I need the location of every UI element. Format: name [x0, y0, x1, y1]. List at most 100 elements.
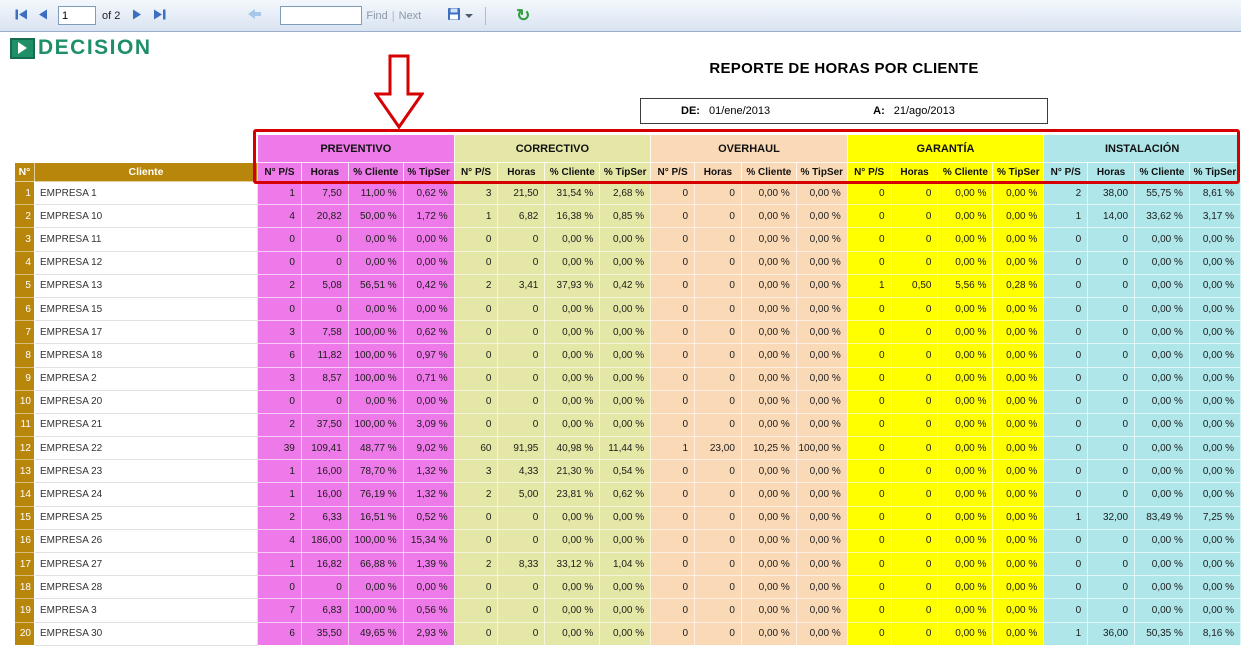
data-cell: 1,72 %: [402, 204, 455, 229]
data-cell: 0,00 %: [1188, 296, 1241, 322]
data-cell: 0,00 %: [740, 528, 797, 554]
data-cell: 0,00 %: [740, 204, 797, 229]
data-cell: 0,00 %: [347, 575, 404, 600]
data-cell: 0,00 %: [1134, 389, 1190, 414]
row-number-cell: 2: [14, 204, 35, 229]
data-cell: 0,00 %: [1134, 343, 1190, 368]
data-cell: 0: [453, 505, 499, 530]
last-page-button[interactable]: [148, 5, 170, 27]
data-cell: 100,00 %: [347, 366, 404, 391]
data-cell: 0: [890, 204, 939, 229]
data-cell: 6: [257, 621, 302, 646]
sub-column-header: % TipSer: [402, 162, 455, 182]
sub-column-header: N° P/S: [846, 162, 892, 182]
data-cell: 0,00 %: [937, 482, 994, 507]
next-link[interactable]: Next: [399, 10, 422, 22]
data-cell: 0: [497, 598, 546, 623]
data-cell: 0,00 %: [1188, 250, 1241, 275]
next-page-button[interactable]: [126, 5, 148, 27]
data-cell: 0: [846, 436, 892, 461]
data-cell: 0: [650, 598, 695, 623]
table-row: 6 EMPRESA 15 0 0 0,00 % 0,00 % 0 0 0,00 % 0,00 % 0…: [14, 296, 1241, 322]
data-cell: 0,00 %: [992, 575, 1045, 600]
data-cell: 0,00 %: [1188, 528, 1241, 554]
data-cell: 0,00 %: [992, 250, 1045, 275]
first-page-icon: [15, 8, 28, 23]
export-button[interactable]: [445, 5, 475, 27]
last-page-icon: [153, 8, 166, 23]
data-cell: 0: [846, 180, 892, 206]
data-cell: 0: [694, 204, 742, 229]
data-cell: 0,00 %: [795, 296, 848, 322]
data-cell: 0: [694, 505, 742, 530]
data-cell: 16,00: [300, 482, 349, 507]
data-cell: 0,00 %: [599, 250, 652, 275]
data-cell: 0: [497, 412, 546, 438]
row-number-cell: 12: [14, 436, 35, 461]
row-number-cell: 3: [14, 227, 35, 252]
data-cell: 0: [453, 528, 499, 554]
data-cell: 0: [1043, 389, 1089, 414]
client-cell: EMPRESA 25: [33, 505, 259, 530]
data-cell: 0,00 %: [1188, 551, 1241, 577]
find-input[interactable]: [280, 6, 363, 25]
refresh-button[interactable]: ↻: [512, 5, 534, 27]
data-cell: 38,00: [1087, 180, 1136, 206]
data-cell: 0,00 %: [740, 250, 797, 275]
find-link[interactable]: Find: [366, 10, 387, 22]
data-cell: 0,00 %: [937, 412, 994, 438]
data-cell: 0,00 %: [992, 227, 1045, 252]
data-cell: 0: [497, 320, 546, 345]
data-cell: 0: [890, 250, 939, 275]
data-cell: 1: [1043, 505, 1089, 530]
data-cell: 0: [497, 250, 546, 275]
data-cell: 0,00 %: [795, 528, 848, 554]
data-cell: 50,35 %: [1134, 621, 1190, 646]
data-cell: 0: [1087, 366, 1136, 391]
data-cell: 0,50: [890, 273, 939, 298]
data-cell: 0: [846, 389, 892, 414]
back-to-parent-button[interactable]: [244, 5, 266, 27]
data-cell: 0: [1087, 273, 1136, 298]
sub-column-header: N° P/S: [650, 162, 695, 182]
page-number-input[interactable]: [58, 6, 96, 25]
data-cell: 0,00 %: [1134, 551, 1190, 577]
data-cell: 9,02 %: [402, 436, 455, 461]
client-cell: EMPRESA 22: [33, 436, 259, 461]
data-cell: 0,00 %: [992, 204, 1045, 229]
client-cell: EMPRESA 1: [33, 180, 259, 206]
data-cell: 0,00 %: [795, 366, 848, 391]
data-cell: 7: [257, 598, 302, 623]
data-cell: 0,00 %: [599, 528, 652, 554]
data-cell: 0: [1043, 459, 1089, 484]
data-cell: 0,00 %: [992, 412, 1045, 438]
data-cell: 3: [257, 366, 302, 391]
data-cell: 0: [650, 551, 695, 577]
data-cell: 0: [650, 366, 695, 391]
data-cell: 0: [890, 343, 939, 368]
data-cell: 6,82: [497, 204, 546, 229]
row-number-cell: 18: [14, 575, 35, 600]
data-cell: 16,38 %: [544, 204, 601, 229]
prev-page-button[interactable]: [32, 5, 54, 27]
data-cell: 0,00 %: [599, 505, 652, 530]
sub-column-header: % Cliente: [1134, 162, 1190, 182]
data-cell: 10,25 %: [740, 436, 797, 461]
data-cell: 0: [650, 296, 695, 322]
data-cell: 15,34 %: [402, 528, 455, 554]
data-cell: 0,00 %: [544, 250, 601, 275]
data-cell: 0,00 %: [1188, 366, 1241, 391]
data-cell: 0,00 %: [1134, 320, 1190, 345]
find-next-separator: |: [391, 9, 395, 22]
first-page-button[interactable]: [10, 5, 32, 27]
data-cell: 100,00 %: [347, 598, 404, 623]
data-cell: 11,82: [300, 343, 349, 368]
data-cell: 0: [497, 296, 546, 322]
data-cell: 0: [1043, 320, 1089, 345]
data-cell: 1: [846, 273, 892, 298]
table-row: 3 EMPRESA 11 0 0 0,00 % 0,00 % 0 0 0,00 % 0,00 % 0…: [14, 227, 1241, 252]
data-cell: 78,70 %: [347, 459, 404, 484]
data-cell: 0,00 %: [795, 180, 848, 206]
client-cell: EMPRESA 28: [33, 575, 259, 600]
data-cell: 0: [694, 598, 742, 623]
